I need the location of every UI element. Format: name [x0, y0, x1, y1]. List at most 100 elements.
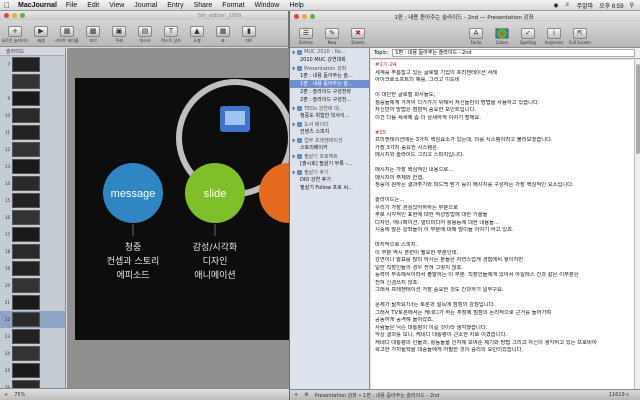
slide-thumbnail[interactable]: [12, 363, 40, 378]
slide-thumbnail[interactable]: [12, 346, 40, 361]
disclosure-triangle-icon[interactable]: ▼: [292, 50, 295, 55]
slide-thumbnail-row[interactable]: 13: [0, 158, 65, 175]
add-icon[interactable]: +: [4, 392, 8, 398]
slide-thumbnail-row[interactable]: [0, 73, 65, 90]
journal-group[interactable]: ▼ 필살기 프로젝트: [290, 152, 369, 160]
master-button[interactable]: ▤ 마스터: [133, 26, 157, 44]
slide-thumbnail[interactable]: [12, 74, 40, 89]
play-button[interactable]: ▶ 재생: [29, 26, 53, 44]
slide-thumbnail-row[interactable]: 26: [0, 379, 65, 388]
journal-entry[interactable]: 1편 : 내용 돋아주는 슬...: [290, 72, 369, 80]
journal-group[interactable]: ▼ 도서 베이더: [290, 120, 369, 128]
disclosure-triangle-icon[interactable]: ▼: [292, 170, 295, 175]
journal-group[interactable]: ▼ 필살기 후기: [290, 168, 369, 176]
menu-app-name[interactable]: MacJournal: [18, 2, 57, 9]
colors-button[interactable]: Colors: [489, 28, 515, 45]
slide-thumbnail-row[interactable]: 10: [0, 107, 65, 124]
table-button[interactable]: ▦ 표: [211, 26, 235, 44]
journal-entry[interactable]: 2편 : 슬라이드 구성전...: [290, 96, 369, 104]
slide-thumbnail-row[interactable]: 12: [0, 141, 65, 158]
slide-thumbnail[interactable]: [12, 380, 40, 388]
journal-entry[interactable]: 컨텐츠 스피치: [290, 128, 369, 136]
slide-thumbnail[interactable]: [12, 193, 40, 208]
slide-thumbnail-row[interactable]: 19: [0, 260, 65, 277]
slide-thumbnail[interactable]: [12, 261, 40, 276]
shape-button[interactable]: ▲ 도형: [185, 26, 209, 44]
journal-entry[interactable]: 2편 : 슬라이드 구성전략: [290, 88, 369, 96]
slide-thumbnail[interactable]: [12, 142, 40, 157]
slide-thumbnail[interactable]: [12, 57, 40, 72]
menu-share[interactable]: Share: [194, 2, 213, 9]
disclosure-triangle-icon[interactable]: ▼: [292, 122, 295, 127]
entry-text-area[interactable]: #1기-24 세계를 주름잡고 있는 글로벌 기업의 프리젠테이션 서례 아이크로소…: [371, 60, 635, 389]
slide-thumbnail[interactable]: [12, 329, 40, 344]
slide-thumbnail[interactable]: [12, 125, 40, 140]
journal-entry[interactable]: 청중도 위험한 빅사이...: [290, 112, 369, 120]
zoom-icon[interactable]: [20, 13, 25, 18]
slide-thumbnail-row[interactable]: 7: [0, 56, 65, 73]
menu-window[interactable]: Window: [254, 2, 279, 9]
light-table-button[interactable]: ▦ 라이트 테이블: [55, 26, 79, 44]
slide-thumbnail[interactable]: [12, 176, 40, 191]
spotlight-icon[interactable]: ⚲: [630, 2, 634, 9]
gear-icon[interactable]: ⚙: [304, 392, 308, 398]
theme-button[interactable]: ▣ 주제: [107, 26, 131, 44]
apple-icon[interactable]: : [4, 1, 10, 10]
slide-thumbnail[interactable]: [12, 210, 40, 225]
current-slide[interactable]: message slide 청중 컨셉과 스토리 에피소드 감성/시각화 디자인…: [75, 78, 289, 340]
delete-entry-button[interactable]: ✖ Delete: [345, 28, 371, 45]
textbox-button[interactable]: T 텍스트 상자: [159, 26, 183, 44]
slide-thumbnail[interactable]: [12, 159, 40, 174]
slide-thumbnail-row[interactable]: 14: [0, 175, 65, 192]
slide-thumbnail-row[interactable]: 9: [0, 90, 65, 107]
slide-thumbnail[interactable]: [12, 244, 40, 259]
slide-thumbnail[interactable]: [12, 312, 40, 327]
journal-entry[interactable]: 필살기 Follow 프로 씨...: [290, 184, 369, 192]
minimize-icon[interactable]: [302, 14, 307, 19]
disclosure-triangle-icon[interactable]: ▼: [292, 154, 295, 159]
menu-view[interactable]: View: [109, 2, 124, 9]
zoom-icon[interactable]: [310, 14, 315, 19]
add-icon[interactable]: +: [294, 392, 298, 398]
journal-entry[interactable]: DIO 강연 후기: [290, 176, 369, 184]
journal-group[interactable]: ▼ TEDx 강연에 대...: [290, 104, 369, 112]
menubar-clock[interactable]: 오후 6:59: [599, 1, 623, 10]
menubar-status-label[interactable]: 주말파: [577, 1, 594, 10]
minimize-icon[interactable]: [12, 13, 17, 18]
disclosure-triangle-icon[interactable]: ▼: [292, 66, 295, 71]
slide-thumbnail-row[interactable]: 24: [0, 345, 65, 362]
journal-entry[interactable]: 스토리베이커: [290, 144, 369, 152]
slide-thumbnail[interactable]: [12, 108, 40, 123]
menu-help[interactable]: Help: [289, 2, 303, 9]
journal-group[interactable]: ▼ Presentation 강좌: [290, 64, 369, 72]
slide-thumbnail[interactable]: [12, 278, 40, 293]
wifi-icon[interactable]: ◉: [553, 2, 558, 9]
slide-thumbnail-row[interactable]: 20: [0, 277, 65, 294]
menu-edit[interactable]: Edit: [87, 2, 99, 9]
slide-thumbnail[interactable]: [12, 295, 40, 310]
slide-thumbnail-row[interactable]: 11: [0, 124, 65, 141]
inspector-button[interactable]: i Inspector: [541, 28, 567, 45]
journal-entry[interactable]: 1편 : 내용 돋아주는 슬...: [290, 80, 369, 88]
journal-entry[interactable]: 2010 MUC 강연대회: [290, 56, 369, 64]
chart-button[interactable]: ▮ 차트: [237, 26, 261, 44]
slide-thumbnail[interactable]: [12, 91, 40, 106]
entry-scrollbar-thumb[interactable]: [636, 64, 640, 154]
menu-entry[interactable]: Entry: [167, 2, 183, 9]
view-button[interactable]: ▩ 보기: [81, 26, 105, 44]
topic-field[interactable]: 1편 : 내용 돋아주는 슬라이드 - 2nd: [392, 49, 635, 57]
fonts-button[interactable]: A Fonts: [463, 28, 489, 45]
new-slide-button[interactable]: + 새로운 슬라이드: [1, 26, 29, 44]
disclosure-triangle-icon[interactable]: ▼: [292, 138, 295, 143]
menu-file[interactable]: File: [66, 2, 77, 9]
fullscreen-button[interactable]: ⇱ Full Screen: [567, 28, 593, 45]
spelling-button[interactable]: ✓ Spelling: [515, 28, 541, 45]
close-icon[interactable]: [294, 14, 299, 19]
slide-thumbnail-row[interactable]: 15: [0, 192, 65, 209]
slide-thumbnail-row[interactable]: 17: [0, 226, 65, 243]
journal-group[interactable]: ▼ 업무 프레젠테이션: [290, 136, 369, 144]
entry-scrollbar[interactable]: [634, 60, 640, 389]
slide-thumbnail-row[interactable]: 21: [0, 294, 65, 311]
journal-group[interactable]: ▼ MUC 2010 : Ke...: [290, 48, 369, 56]
close-icon[interactable]: [4, 13, 9, 18]
